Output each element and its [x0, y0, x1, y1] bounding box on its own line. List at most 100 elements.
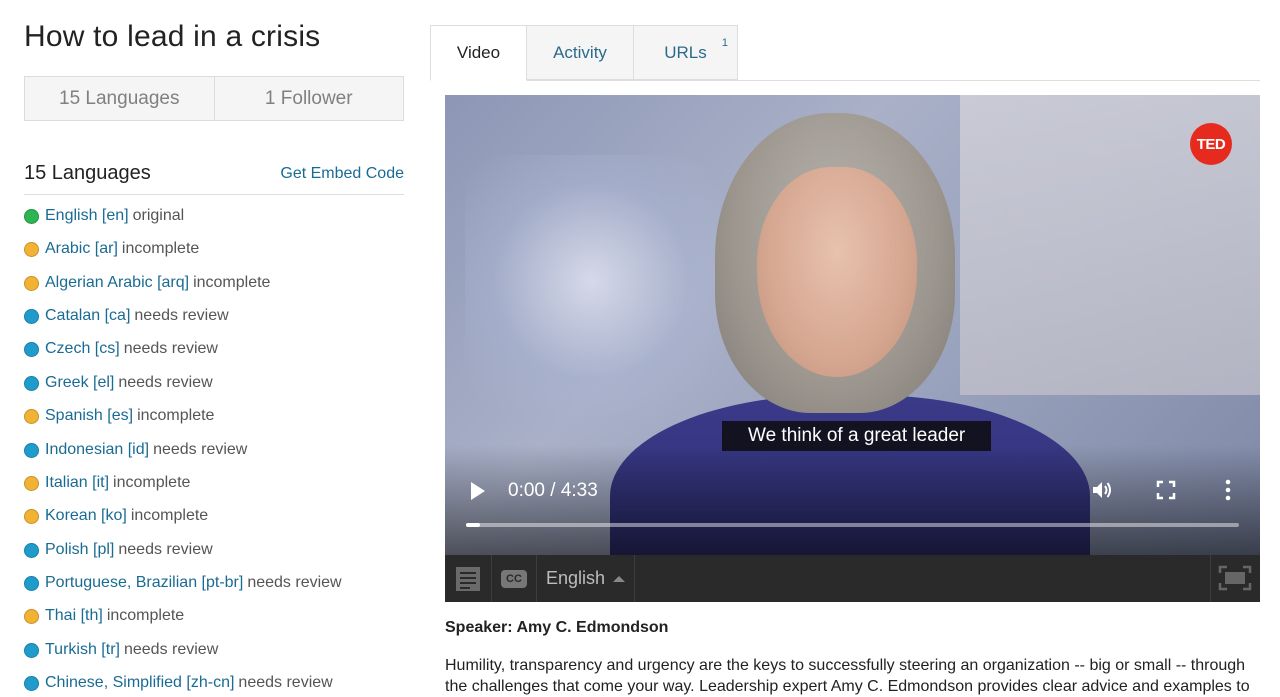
video-progress-bar[interactable] [466, 523, 1239, 527]
volume-icon[interactable] [1090, 478, 1114, 502]
language-status: needs review [134, 307, 229, 324]
caret-up-icon [613, 575, 626, 582]
status-dot-icon [24, 308, 39, 324]
subtitle-language-selector[interactable]: English [546, 555, 626, 602]
language-item: Korean [ko] incomplete [24, 506, 208, 526]
status-dot-icon [24, 508, 39, 524]
language-link[interactable]: Czech [cs] [45, 340, 120, 358]
language-item: Arabic [ar] incomplete [24, 239, 199, 259]
language-item: Indonesian [id] needs review [24, 440, 247, 460]
video-background-art [465, 155, 745, 435]
status-dot-icon [24, 375, 39, 391]
language-link[interactable]: Korean [ko] [45, 507, 127, 525]
video-caption: We think of a great leader [722, 421, 992, 451]
language-status: needs review [247, 574, 342, 591]
player-toolbar: CC English [445, 555, 1260, 602]
languages-heading: 15 Languages [24, 162, 151, 184]
status-dot-icon [24, 608, 39, 624]
language-status: needs review [238, 674, 333, 691]
closed-captions-icon[interactable]: CC [501, 570, 527, 588]
language-status: needs review [123, 340, 218, 357]
toolbar-divider [491, 555, 492, 602]
toolbar-divider [634, 555, 635, 602]
language-link[interactable]: Thai [th] [45, 607, 103, 625]
tab-activity-label: Activity [553, 42, 607, 62]
tab-video[interactable]: Video [430, 25, 527, 81]
language-item: Algerian Arabic [arq] incomplete [24, 273, 270, 293]
language-status: needs review [118, 541, 213, 558]
status-dot-icon [24, 442, 39, 458]
tab-video-label: Video [456, 43, 501, 62]
language-link[interactable]: Catalan [ca] [45, 307, 130, 325]
status-dot-icon [24, 408, 39, 424]
language-status: incomplete [137, 407, 215, 424]
language-item: Italian [it] incomplete [24, 473, 190, 493]
language-item: Portuguese, Brazilian [pt-br] needs revie… [24, 573, 342, 593]
stats-bar: 15 Languages 1 Follower [24, 76, 404, 121]
language-link[interactable]: Arabic [ar] [45, 240, 118, 258]
status-dot-icon [24, 275, 39, 291]
video-progress-fill [466, 523, 480, 527]
languages-count-stat[interactable]: 15 Languages [25, 77, 214, 120]
tab-activity[interactable]: Activity [526, 25, 634, 80]
subtitle-language-label: English [546, 568, 606, 588]
status-dot-icon [24, 208, 39, 224]
tab-urls-badge: 1 [721, 37, 728, 49]
language-item: Greek [el] needs review [24, 373, 213, 393]
language-item: Thai [th] incomplete [24, 606, 184, 626]
language-status: needs review [123, 641, 219, 658]
followers-count-stat[interactable]: 1 Follower [213, 77, 404, 120]
status-dot-icon [24, 542, 39, 558]
status-dot-icon [24, 475, 39, 491]
tab-urls[interactable]: URLs 1 [633, 25, 738, 80]
language-link[interactable]: Indonesian [id] [45, 441, 149, 459]
language-link[interactable]: Italian [it] [45, 474, 109, 492]
ted-logo: TED [1190, 123, 1232, 165]
language-link[interactable]: English [en] [45, 207, 129, 225]
video-description: Humility, transparency and urgency are t… [445, 657, 1250, 695]
language-status: needs review [118, 374, 213, 391]
play-icon[interactable] [469, 480, 487, 502]
language-link[interactable]: Algerian Arabic [arq] [45, 274, 189, 292]
language-link[interactable]: Turkish [tr] [45, 641, 120, 659]
tab-bar: Video Activity URLs 1 [430, 25, 1260, 81]
expand-icon[interactable] [1218, 565, 1252, 591]
languages-header: 15 Languages Get Embed Code [24, 160, 404, 195]
toolbar-divider [1210, 555, 1211, 602]
status-dot-icon [24, 642, 39, 658]
language-status: needs review [153, 441, 248, 458]
toolbar-divider [536, 555, 537, 602]
language-item: Turkish [tr] needs review [24, 640, 218, 660]
status-dot-icon [24, 241, 39, 257]
language-link[interactable]: Chinese, Simplified [zh-cn] [45, 674, 234, 692]
speaker-face [757, 167, 917, 377]
language-status: incomplete [106, 607, 185, 624]
language-link[interactable]: Greek [el] [45, 374, 114, 392]
language-status: incomplete [193, 274, 271, 291]
language-status: incomplete [113, 474, 191, 491]
video-time: 0:00 / 4:33 [508, 480, 598, 501]
status-dot-icon [24, 341, 39, 357]
language-status: original [132, 207, 185, 224]
status-dot-icon [24, 575, 39, 591]
language-item: Catalan [ca] needs review [24, 306, 229, 326]
language-item: Chinese, Simplified [zh-cn] needs review [24, 673, 333, 693]
tab-urls-label: URLs [664, 42, 707, 62]
transcript-icon[interactable] [455, 566, 481, 592]
more-options-icon[interactable] [1223, 478, 1233, 502]
language-status: incomplete [121, 240, 200, 257]
video-player[interactable]: TED We think of a great leader 0:00 / 4:… [445, 95, 1260, 555]
language-link[interactable]: Polish [pl] [45, 541, 114, 559]
language-item: Polish [pl] needs review [24, 540, 213, 560]
get-embed-code-link[interactable]: Get Embed Code [280, 165, 404, 183]
language-link[interactable]: Portuguese, Brazilian [pt-br] [45, 574, 243, 592]
language-link[interactable]: Spanish [es] [45, 407, 133, 425]
speaker-name: Speaker: Amy C. Edmondson [445, 619, 669, 636]
language-item: Czech [cs] needs review [24, 339, 218, 359]
language-status: incomplete [130, 507, 209, 524]
page-title: How to lead in a crisis [24, 20, 321, 53]
status-dot-icon [24, 675, 39, 691]
language-item: Spanish [es] incomplete [24, 406, 214, 426]
fullscreen-icon[interactable] [1156, 480, 1176, 500]
language-item: English [en] original [24, 206, 184, 226]
